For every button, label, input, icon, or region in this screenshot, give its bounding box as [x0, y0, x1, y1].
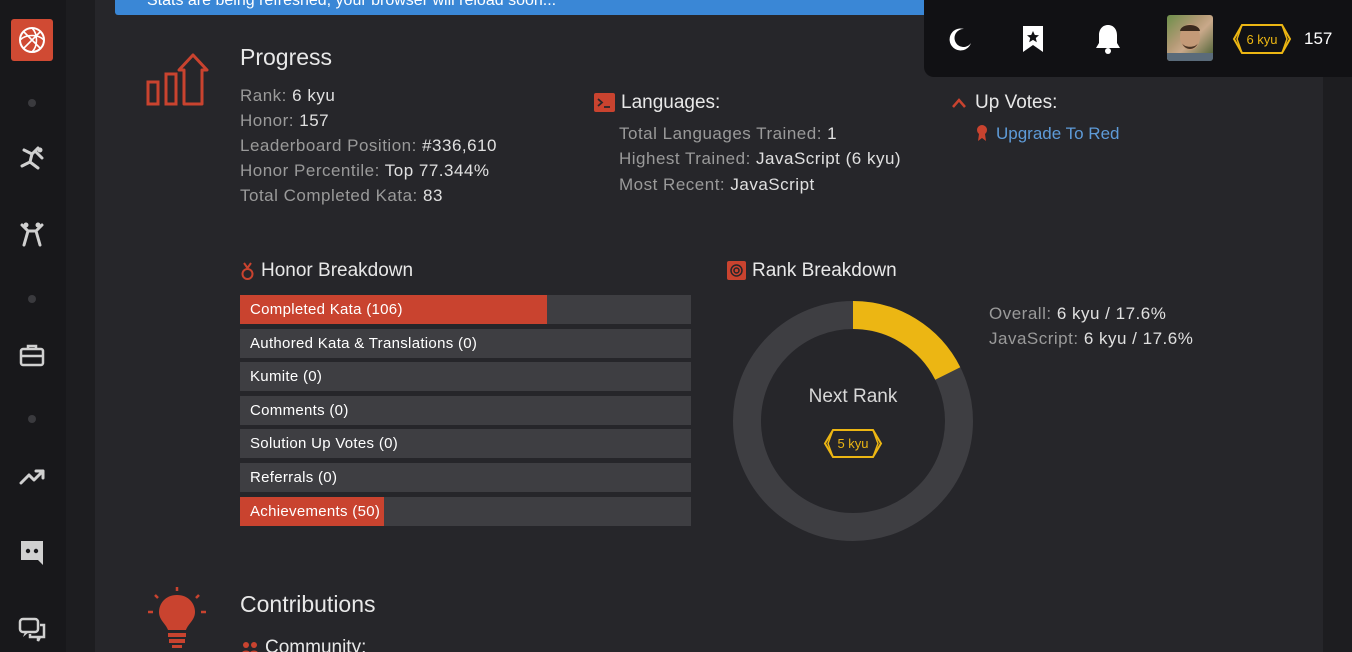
languages-trained-stat: Total Languages Trained: 1: [619, 124, 838, 143]
moon-icon[interactable]: [945, 22, 975, 56]
honor-bar: Achievements (50): [240, 497, 691, 526]
most-recent-stat: Most Recent: JavaScript: [619, 175, 815, 194]
medal-icon: [241, 262, 254, 285]
rank-breakdown-title: Rank Breakdown: [752, 260, 897, 281]
lightbulb-icon: [147, 587, 207, 652]
chat-icon[interactable]: [17, 615, 47, 645]
trending-icon[interactable]: [17, 461, 47, 491]
logo-icon: [19, 27, 45, 53]
honor-bar-label: Achievements (50): [250, 503, 381, 520]
honor-breakdown-title: Honor Breakdown: [261, 260, 414, 281]
completed-kata-stat: Total Completed Kata: 83: [240, 186, 443, 205]
codewars-logo[interactable]: [11, 19, 53, 61]
highest-trained-stat: Highest Trained: JavaScript (6 kyu): [619, 149, 902, 168]
next-rank-label: Next Rank: [808, 386, 898, 407]
leaderboard-stat: Leaderboard Position: #336,610: [240, 136, 497, 155]
percentile-stat: Honor Percentile: Top 77.344%: [240, 161, 490, 180]
honor-bar-label: Solution Up Votes (0): [250, 435, 399, 452]
bell-icon[interactable]: [1093, 22, 1123, 56]
banner-text: Stats are being refreshed, your browser …: [147, 0, 557, 9]
refresh-banner: Stats are being refreshed, your browser …: [115, 0, 935, 15]
honor-bar-label: Referrals (0): [250, 469, 338, 486]
user-avatar[interactable]: [1167, 15, 1213, 61]
community-icon: [241, 641, 259, 652]
honor-bar: Comments (0): [240, 396, 691, 425]
javascript-rank-stat: JavaScript: 6 kyu / 17.6%: [989, 329, 1194, 348]
donut-progress-arc: [852, 301, 961, 381]
ribbon-icon: [976, 124, 988, 147]
bookmark-icon[interactable]: [1018, 22, 1048, 56]
target-icon: [727, 261, 746, 280]
sidebar-divider-dot: [28, 99, 36, 107]
chevron-up-icon: [951, 96, 967, 114]
left-sidebar: [0, 0, 66, 652]
honor-bar-label: Kumite (0): [250, 368, 323, 385]
honor-count: 157: [1304, 29, 1333, 48]
briefcase-icon[interactable]: [17, 340, 47, 370]
terminal-icon: [594, 93, 615, 112]
languages-title: Languages:: [621, 92, 721, 113]
rank-stat: Rank: 6 kyu: [240, 86, 336, 105]
upvotes-title: Up Votes:: [975, 92, 1058, 113]
rank-badge-label: 6 kyu: [1246, 31, 1278, 47]
discord-icon[interactable]: [17, 537, 47, 567]
contributions-title: Contributions: [240, 591, 376, 617]
honor-bar: Referrals (0): [240, 463, 691, 492]
upgrade-link[interactable]: Upgrade To Red: [996, 124, 1120, 144]
rank-badge[interactable]: 6 kyu: [1232, 23, 1292, 55]
progress-icon: [145, 52, 209, 113]
honor-bar: Authored Kata & Translations (0): [240, 329, 691, 358]
overall-rank-stat: Overall: 6 kyu / 17.6%: [989, 304, 1167, 323]
honor-bar-label: Completed Kata (106): [250, 301, 403, 318]
honor-bar: Kumite (0): [240, 362, 691, 391]
sidebar-divider-dot: [28, 295, 36, 303]
sidebar-divider-dot: [28, 415, 36, 423]
top-nav-bar: 6 kyu 157: [924, 0, 1352, 77]
training-icon[interactable]: [17, 143, 47, 173]
honor-bar-label: Authored Kata & Translations (0): [250, 335, 478, 352]
community-label: Community:: [265, 637, 367, 652]
progress-title: Progress: [240, 44, 333, 70]
honor-bar: Solution Up Votes (0): [240, 429, 691, 458]
honor-stat: Honor: 157: [240, 111, 330, 130]
next-rank-badge-label: 5 kyu: [837, 436, 869, 451]
honor-bar-label: Comments (0): [250, 402, 349, 419]
kumite-icon[interactable]: [17, 220, 47, 250]
honor-bar: Completed Kata (106): [240, 295, 691, 324]
rank-progress-donut: [733, 301, 973, 541]
next-rank-badge: 5 kyu: [823, 428, 883, 459]
